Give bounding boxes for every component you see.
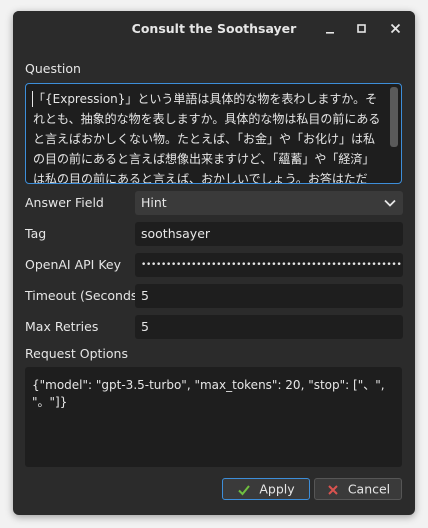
question-textarea[interactable]: 「{Expression}」という単語は具体的な物を表わしますか。それとも、抽象… <box>25 83 402 184</box>
maximize-button[interactable] <box>352 19 372 39</box>
question-label: Question <box>25 61 81 76</box>
title-bar[interactable]: Consult the Soothsayer <box>13 11 415 47</box>
check-icon <box>238 484 251 495</box>
cancel-button[interactable]: Cancel <box>314 478 402 500</box>
timeout-input[interactable]: 5 <box>135 284 403 308</box>
question-text[interactable]: 「{Expression}」という単語は具体的な物を表わしますか。それとも、抽象… <box>33 89 383 183</box>
minimize-button[interactable] <box>320 19 340 39</box>
max-retries-input[interactable]: 5 <box>135 315 403 339</box>
apply-button[interactable]: Apply <box>222 478 310 500</box>
maximize-icon <box>357 24 366 33</box>
api-key-label: OpenAI API Key <box>25 257 122 272</box>
chevron-down-icon <box>384 199 396 207</box>
timeout-label: Timeout (Seconds) <box>25 288 143 303</box>
x-icon <box>328 484 338 495</box>
minimize-icon <box>326 32 334 34</box>
api-key-input[interactable]: ••••••••••••••••••••••••••••••••••••••••… <box>135 253 403 277</box>
close-icon <box>390 23 401 34</box>
tag-label: Tag <box>25 226 47 241</box>
dialog-window: Consult the Soothsayer Question 「{Expres… <box>13 11 415 515</box>
request-options-text[interactable]: {"model": "gpt-3.5-turbo", "max_tokens":… <box>32 378 385 409</box>
apply-label: Apply <box>259 481 295 497</box>
close-button[interactable] <box>386 19 406 39</box>
cancel-label: Cancel <box>347 481 391 497</box>
request-options-textarea[interactable]: {"model": "gpt-3.5-turbo", "max_tokens":… <box>25 367 402 467</box>
request-options-label: Request Options <box>25 346 128 361</box>
question-scrollbar[interactable] <box>390 87 398 147</box>
tag-input[interactable]: soothsayer <box>135 222 403 246</box>
max-retries-label: Max Retries <box>25 319 99 334</box>
answer-field-select[interactable]: Hint <box>135 191 403 215</box>
answer-field-value: Hint <box>141 195 167 210</box>
answer-field-label: Answer Field <box>25 195 104 210</box>
